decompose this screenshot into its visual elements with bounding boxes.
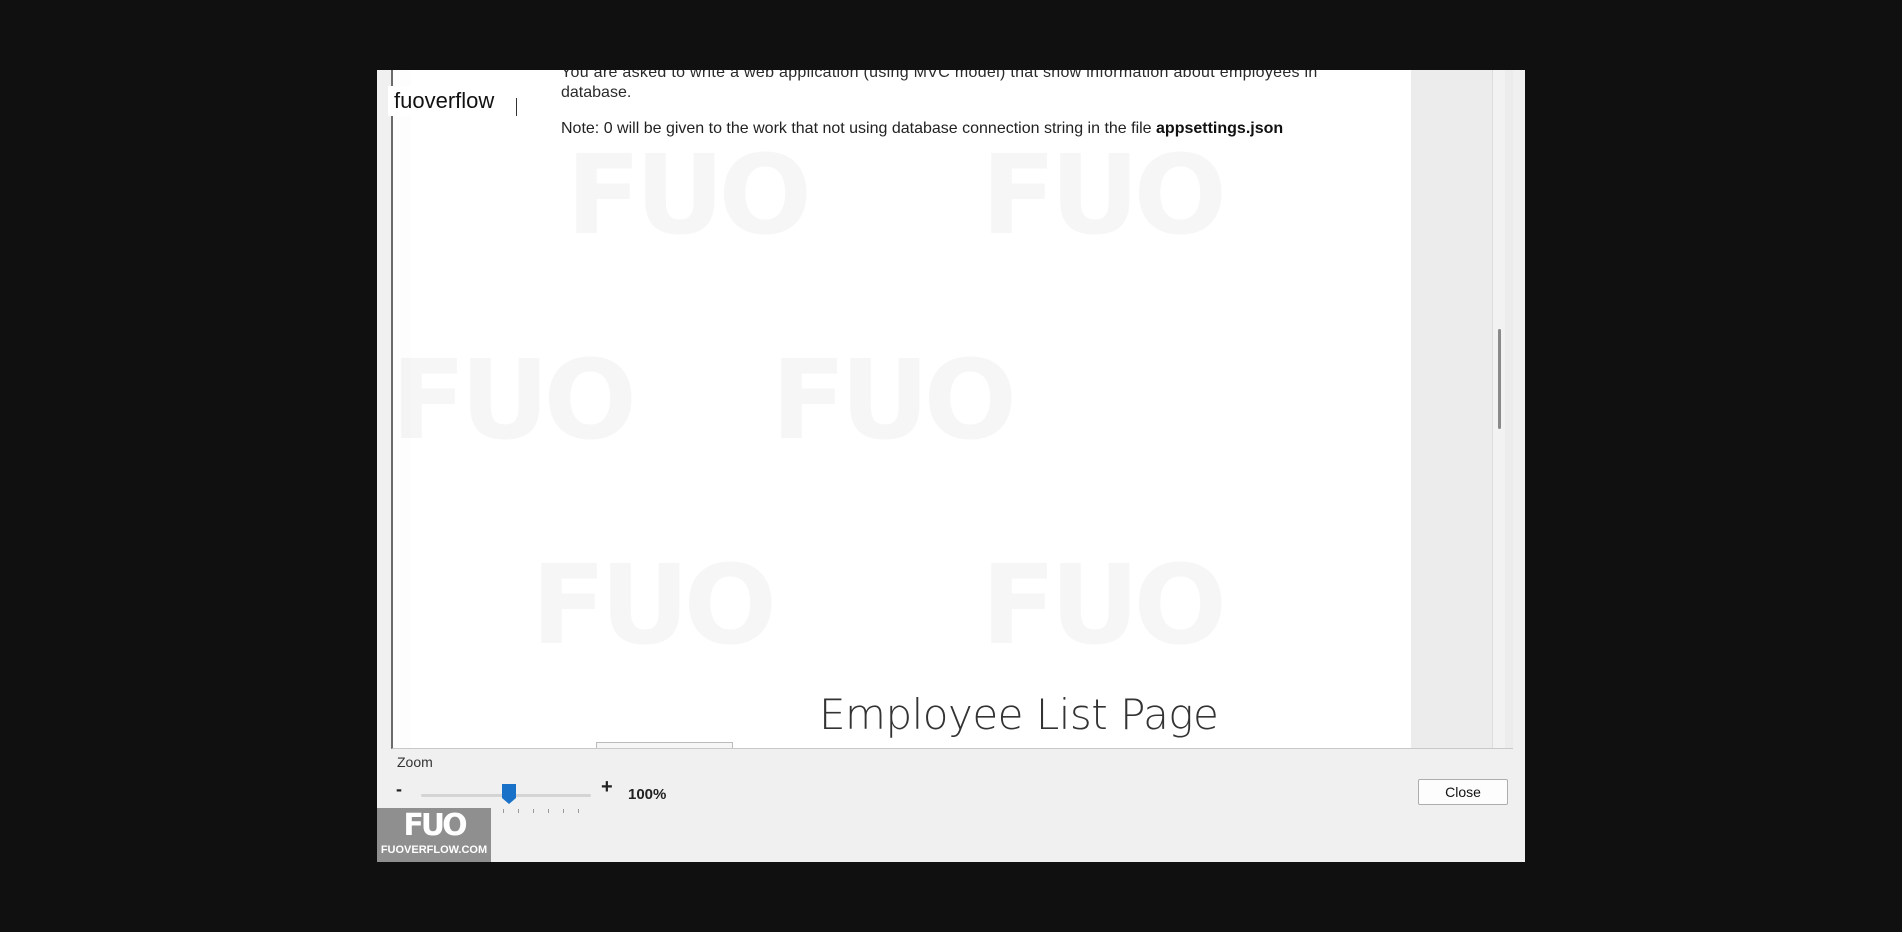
- zoom-in-button[interactable]: +: [601, 776, 613, 799]
- embedded-screenshot-edge: [596, 742, 733, 748]
- watermark: FUO: [981, 550, 1221, 660]
- note-filename: appsettings.json: [1156, 120, 1284, 137]
- document-viewer-window: FUO FUO FUO FUO FUO FUO You are asked to…: [377, 70, 1525, 862]
- note-text: Note: 0 will be given to the work that n…: [561, 120, 1157, 137]
- logo-mark: FUO: [403, 808, 467, 843]
- close-button[interactable]: Close: [1418, 779, 1508, 805]
- zoom-slider-ticks: [503, 809, 593, 813]
- brand-label: fuoverflow: [388, 86, 501, 116]
- vertical-scrollbar[interactable]: [1492, 70, 1505, 748]
- watermark: FUO: [981, 140, 1221, 250]
- document-viewport[interactable]: FUO FUO FUO FUO FUO FUO You are asked to…: [391, 70, 1513, 749]
- watermark: FUO: [531, 550, 771, 660]
- zoom-slider-thumb[interactable]: [502, 784, 516, 804]
- watermark: FUO: [771, 345, 1011, 455]
- document-paragraph-line: database.: [561, 84, 632, 101]
- watermark: FUO: [566, 140, 806, 250]
- text-cursor: [516, 98, 517, 116]
- watermark: FUO: [393, 345, 631, 455]
- document-page: FUO FUO FUO FUO FUO FUO You are asked to…: [411, 70, 1411, 748]
- page-heading: Employee List Page: [819, 690, 1219, 739]
- zoom-label: Zoom: [397, 754, 433, 770]
- logo-text: FUOVERFLOW.COM: [380, 844, 488, 856]
- zoom-percent: 100%: [628, 786, 667, 803]
- document-paragraph-line: You are asked to write a web application…: [561, 70, 1318, 81]
- document-note: Note: 0 will be given to the work that n…: [561, 120, 1283, 138]
- scrollbar-thumb[interactable]: [1498, 329, 1501, 429]
- fuoverflow-logo: FUO FUOVERFLOW.COM: [377, 808, 491, 862]
- zoom-out-button[interactable]: -: [396, 779, 402, 800]
